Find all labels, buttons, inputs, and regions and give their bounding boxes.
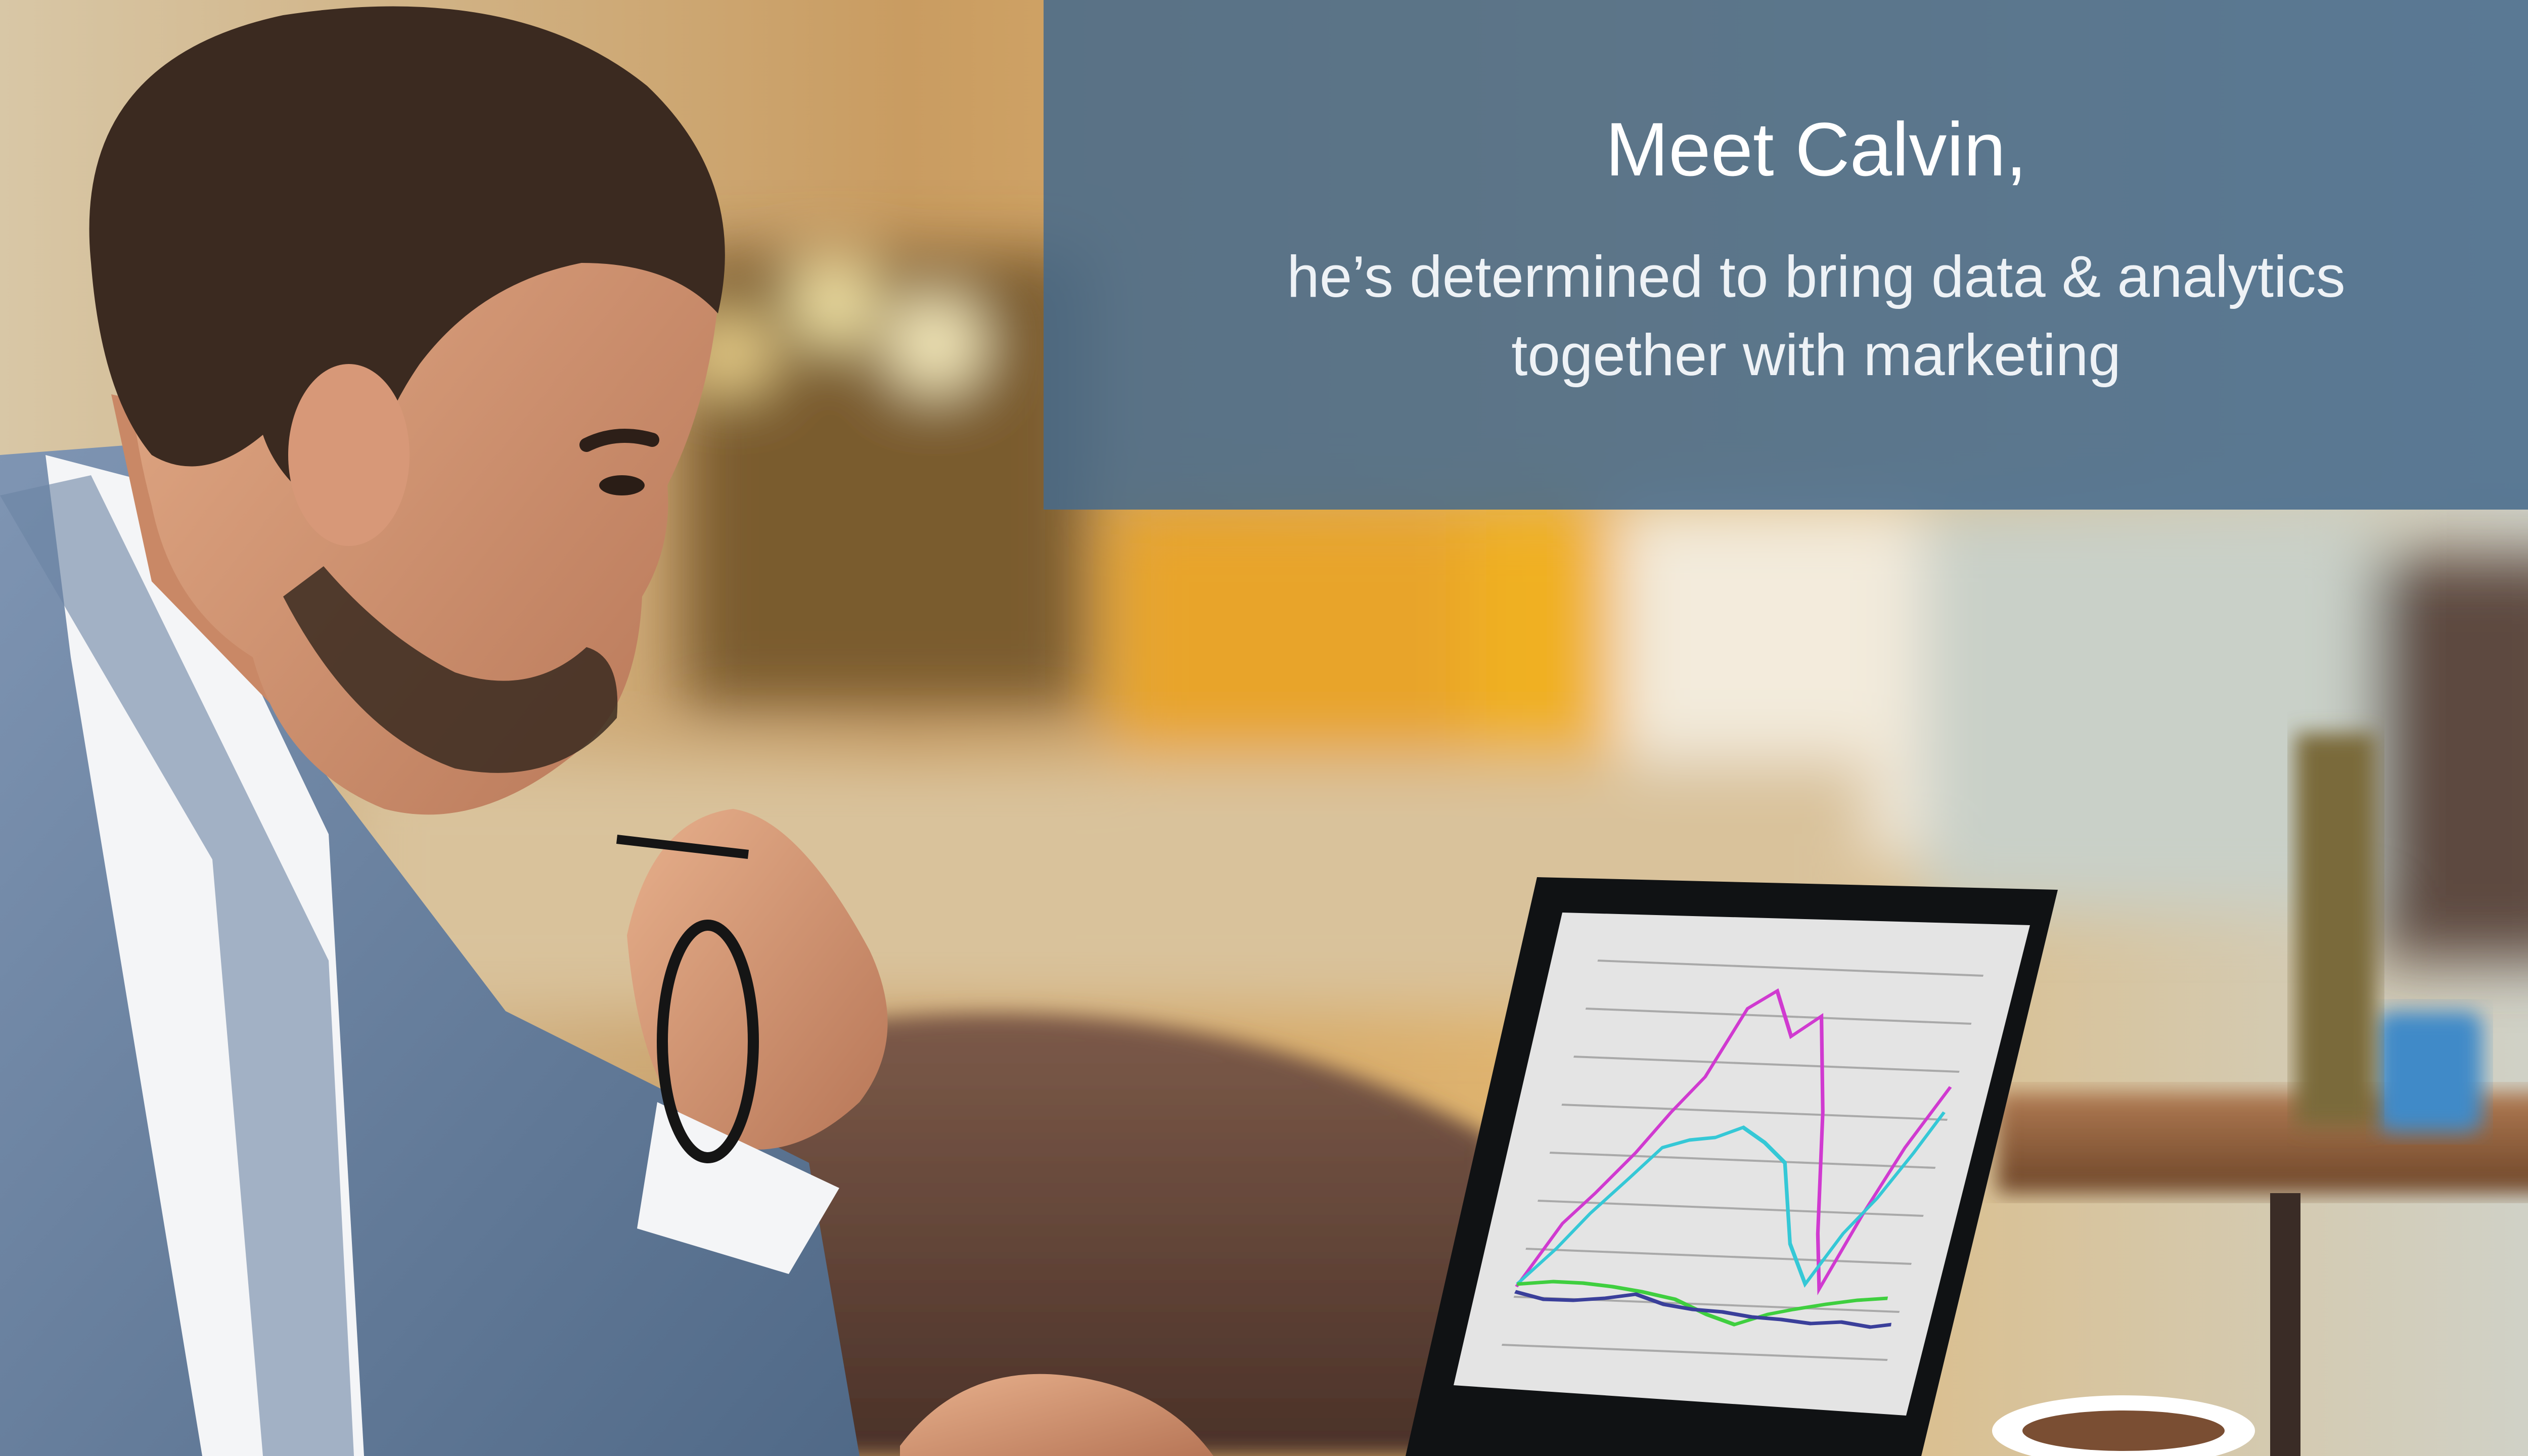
- caption-headline: Meet Calvin,: [1605, 107, 2027, 192]
- caption-panel: Meet Calvin, he’s determined to bring da…: [1044, 0, 2528, 510]
- caption-body-line-2: together with marketing: [1511, 322, 2121, 388]
- caption-body: he’s determined to bring data & analytic…: [1044, 238, 2528, 394]
- caption-body-line-1: he’s determined to bring data & analytic…: [1287, 244, 2345, 309]
